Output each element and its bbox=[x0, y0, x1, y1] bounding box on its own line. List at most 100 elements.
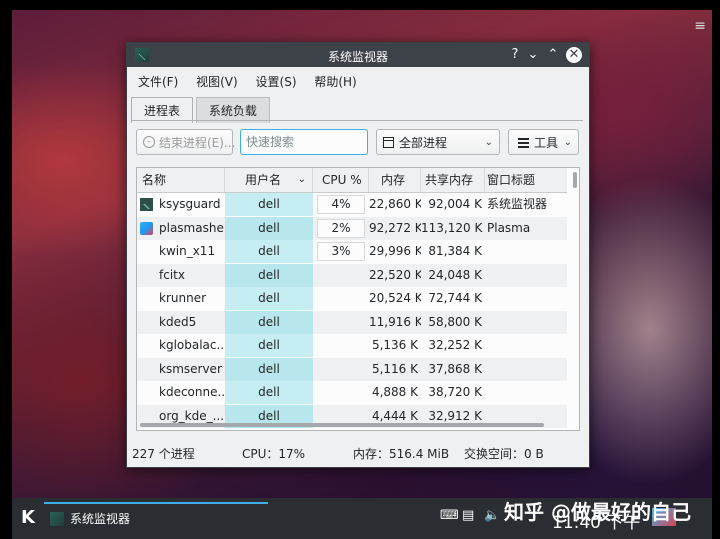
cell-window-title bbox=[485, 358, 567, 381]
cell-user: dell bbox=[225, 193, 313, 216]
tab-bar: 进程表 系统负载 bbox=[131, 97, 270, 123]
cpu-usage: CPU：17% bbox=[242, 447, 306, 461]
scrollbar-thumb[interactable] bbox=[140, 423, 544, 427]
menu-view[interactable]: 视图(V) bbox=[189, 71, 245, 92]
tools-button[interactable]: 工具 ⌄ bbox=[508, 129, 579, 155]
desktop-menu-icon[interactable]: ≡ bbox=[694, 18, 706, 34]
status-bar: 227 个进程 CPU：17% 内存：516.4 MiB 交换空间：0 B bbox=[131, 445, 585, 463]
cell-name: kglobalac... bbox=[159, 338, 225, 352]
quick-search-input[interactable] bbox=[240, 129, 368, 155]
cell-shared: 113,120 K bbox=[421, 220, 483, 235]
minimize-button[interactable]: ⌄ bbox=[524, 46, 542, 64]
keyboard-icon[interactable]: ⌨ bbox=[440, 508, 459, 523]
cell-window-title: 系统监视器 bbox=[487, 197, 548, 211]
cell-shared: 72,744 K bbox=[428, 291, 482, 305]
cell-memory: 22,520 K bbox=[369, 267, 421, 282]
stop-icon: – bbox=[143, 136, 155, 148]
cell-shared: 32,252 K bbox=[428, 338, 482, 352]
table-row[interactable]: kglobalac... dell 5,136 K 32,252 K bbox=[137, 334, 567, 357]
chevron-down-icon: ⌄ bbox=[484, 137, 493, 148]
system-monitor-window: 系统监视器 ? ⌄ ⌃ ✕ 文件(F) 视图(V) 设置(S) 帮助(H) 进程… bbox=[126, 42, 590, 468]
process-filter-value: 全部进程 bbox=[399, 136, 448, 150]
table-row[interactable]: kded5 dell 11,916 K 58,800 K bbox=[137, 310, 567, 334]
cell-window-title bbox=[485, 334, 567, 357]
sort-desc-icon: ⌄ bbox=[297, 174, 306, 185]
menu-help[interactable]: 帮助(H) bbox=[307, 71, 363, 92]
watermark-text: 知乎 @做最好的自己 bbox=[504, 500, 691, 524]
column-header-cpu[interactable]: CPU % bbox=[313, 168, 369, 192]
cell-user: dell bbox=[225, 310, 313, 334]
column-header-shared[interactable]: 共享内存 bbox=[421, 168, 485, 192]
process-filter-select[interactable]: 全部进程 ⌄ bbox=[376, 129, 500, 155]
cell-user: dell bbox=[225, 357, 313, 381]
task-indicator bbox=[44, 502, 268, 504]
chevron-down-icon: ⌄ bbox=[563, 137, 572, 148]
cell-user: dell bbox=[225, 334, 313, 357]
cell-user: dell bbox=[225, 381, 313, 404]
cell-name: ksysguard bbox=[159, 197, 221, 211]
table-row[interactable]: kwin_x11 dell 3% 29,996 K 81,384 K bbox=[137, 240, 567, 263]
process-table: 名称 用户名 ⌄ CPU % 内存 共享内存 窗口标题 ksysguard dell… bbox=[136, 167, 580, 431]
cell-name: kdeconne... bbox=[159, 385, 225, 399]
taskbar-item-label: 系统监视器 bbox=[70, 512, 131, 526]
maximize-button[interactable]: ⌃ bbox=[544, 46, 562, 64]
cell-cpu bbox=[313, 287, 369, 310]
menu-settings[interactable]: 设置(S) bbox=[249, 71, 304, 92]
cell-cpu bbox=[313, 264, 369, 287]
menu-file[interactable]: 文件(F) bbox=[131, 71, 185, 92]
cell-shared: 38,720 K bbox=[428, 385, 482, 399]
help-button[interactable]: ? bbox=[506, 46, 524, 64]
kde-launcher-icon[interactable]: K bbox=[17, 507, 39, 529]
cell-name: fcitx bbox=[159, 267, 185, 282]
column-header-name[interactable]: 名称 bbox=[137, 168, 225, 192]
cell-shared: 58,800 K bbox=[428, 314, 482, 329]
tab-divider bbox=[131, 120, 583, 121]
cell-user: dell bbox=[225, 216, 313, 240]
cell-memory: 20,524 K bbox=[369, 291, 421, 305]
cell-memory: 22,860 K bbox=[369, 197, 421, 211]
cell-name: ksmserver bbox=[159, 361, 222, 376]
close-button[interactable]: ✕ bbox=[566, 47, 582, 63]
cell-window-title bbox=[485, 381, 567, 404]
column-header-window-title[interactable]: 窗口标题 bbox=[485, 168, 567, 192]
table-row[interactable]: kdeconne... dell 4,888 K 38,720 K bbox=[137, 381, 567, 404]
cell-cpu: 4% bbox=[331, 197, 351, 211]
end-process-button[interactable]: – 结束进程(E)... bbox=[136, 129, 235, 155]
toolbar: – 结束进程(E)... 全部进程 ⌄ 工具 ⌄ bbox=[136, 129, 580, 157]
table-row[interactable]: krunner dell 20,524 K 72,744 K bbox=[137, 287, 567, 310]
cell-name: kwin_x11 bbox=[159, 244, 216, 258]
cell-memory: 29,996 K bbox=[369, 244, 421, 258]
cell-memory: 11,916 K bbox=[369, 314, 421, 329]
swap-usage: 交换空间：0 B bbox=[464, 447, 544, 461]
column-header-user[interactable]: 用户名 ⌄ bbox=[225, 168, 313, 192]
cell-cpu bbox=[313, 334, 369, 357]
cell-cpu bbox=[313, 358, 369, 381]
volume-icon[interactable]: 🔈 bbox=[484, 508, 500, 523]
cell-name: plasmashell bbox=[159, 220, 225, 235]
menu-bar: 文件(F) 视图(V) 设置(S) 帮助(H) bbox=[131, 71, 364, 91]
cell-cpu: 2% bbox=[331, 220, 351, 235]
cell-cpu bbox=[313, 311, 369, 334]
cell-shared: 24,048 K bbox=[428, 267, 482, 282]
table-row[interactable]: fcitx dell 22,520 K 24,048 K bbox=[137, 263, 567, 287]
clipboard-icon[interactable]: ▤ bbox=[462, 508, 474, 523]
table-row[interactable]: ksysguard dell 4% 22,860 K 92,004 K 系统监视器 bbox=[137, 193, 567, 216]
column-header-memory[interactable]: 内存 bbox=[369, 168, 421, 192]
cell-user: dell bbox=[225, 240, 313, 263]
cell-window-title bbox=[485, 240, 567, 263]
horizontal-scrollbar[interactable] bbox=[136, 422, 577, 428]
cell-shared: 37,868 K bbox=[428, 361, 482, 376]
table-row[interactable]: ksmserver dell 5,116 K 37,868 K bbox=[137, 357, 567, 381]
cell-window-title bbox=[485, 311, 567, 334]
cell-name: kded5 bbox=[159, 314, 197, 329]
cell-shared: 92,004 K bbox=[428, 197, 482, 211]
cell-name: krunner bbox=[159, 291, 207, 305]
process-count: 227 个进程 bbox=[132, 447, 195, 461]
cell-memory: 5,116 K bbox=[371, 361, 418, 376]
title-bar[interactable]: 系统监视器 ? ⌄ ⌃ ✕ bbox=[127, 43, 589, 67]
vertical-scrollbar[interactable] bbox=[573, 172, 577, 188]
table-row[interactable]: plasmashell dell 2% 92,272 K 113,120 K Plasma bbox=[137, 216, 567, 240]
hamburger-icon bbox=[518, 138, 529, 150]
cell-memory: 4,888 K bbox=[371, 385, 418, 399]
taskbar-item-system-monitor[interactable]: 系统监视器 bbox=[50, 510, 130, 528]
